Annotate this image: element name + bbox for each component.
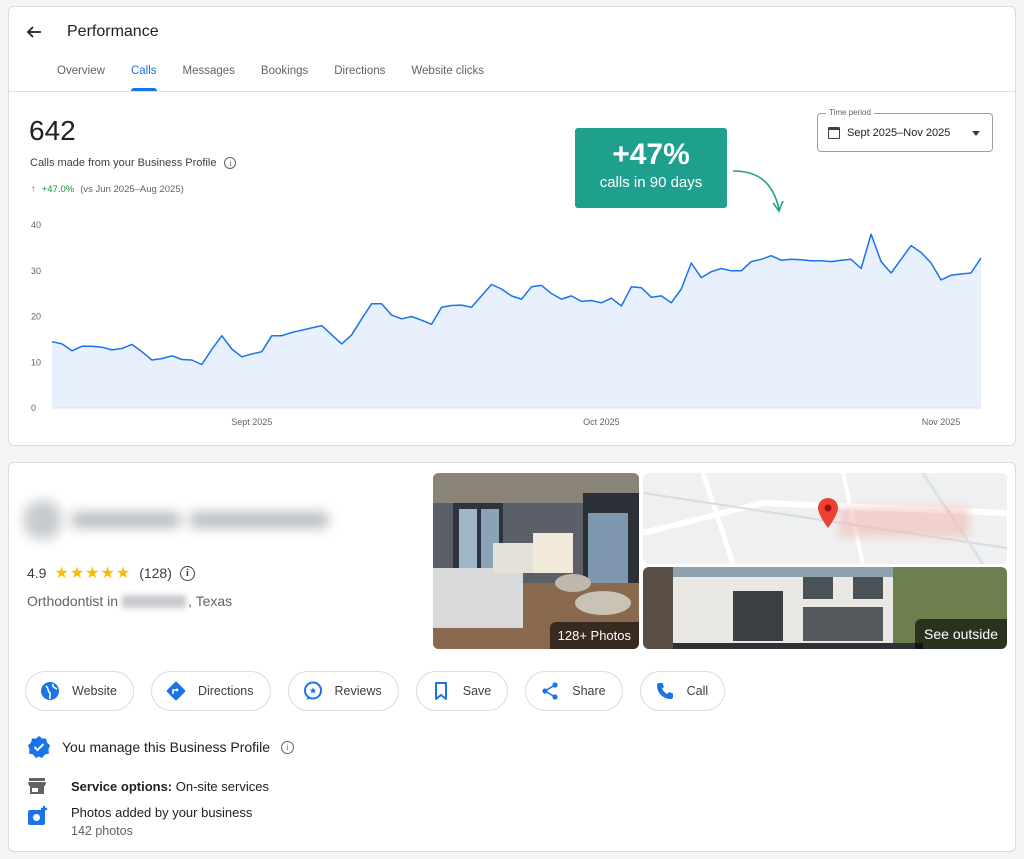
y-tick-label: 0 (31, 403, 36, 413)
time-period-value: Sept 2025–Nov 2025 (847, 127, 951, 139)
info-icon[interactable]: i (281, 740, 295, 754)
caret-down-icon (972, 131, 980, 136)
service-label: Service options: (71, 778, 173, 794)
exterior-photo[interactable]: See outside (643, 567, 1007, 649)
directions-label: Directions (197, 684, 254, 698)
time-period-select[interactable]: Time period Sept 2025–Nov 2025 (817, 108, 993, 152)
share-icon (542, 682, 558, 700)
save-button[interactable]: Save (415, 671, 509, 711)
rating-row: 4.9 ★★★★★ (128) i (27, 563, 195, 583)
tab-website-clicks[interactable]: Website clicks (411, 59, 484, 91)
globe-icon (41, 682, 59, 700)
business-name-blurred (23, 499, 329, 541)
y-tick-label: 10 (31, 357, 41, 367)
category-suffix: , Texas (188, 593, 233, 609)
page-title: Performance (67, 23, 159, 40)
header: Performance (23, 21, 159, 43)
service-options-row: Service options: On-site services (27, 777, 269, 795)
photos-added-count: 142 photos (71, 824, 133, 838)
tab-bookings[interactable]: Bookings (261, 59, 308, 91)
arrow-up-icon: ↑ (31, 184, 36, 195)
calendar-icon (828, 127, 840, 139)
business-profile-card: 4.9 ★★★★★ (128) i Orthodontist in , Texa… (8, 462, 1016, 852)
call-button[interactable]: Call (639, 671, 726, 711)
y-tick-label: 30 (31, 266, 41, 276)
y-tick-label: 20 (31, 312, 41, 322)
save-label: Save (462, 684, 492, 698)
change-value: +47.0% (41, 184, 75, 195)
map-thumbnail[interactable] (643, 473, 1007, 564)
tab-calls[interactable]: Calls (130, 59, 157, 91)
metric-label: Calls made from your Business Profile i (30, 157, 237, 169)
share-button[interactable]: Share (525, 671, 623, 711)
y-tick-label: 40 (31, 220, 41, 230)
total-calls: 642 (29, 115, 76, 146)
service-value: On-site services (175, 778, 269, 794)
reviews-button[interactable]: Reviews (287, 671, 399, 711)
photos-count-label[interactable]: 128+ Photos (549, 622, 639, 649)
bookmark-icon (434, 682, 447, 700)
change-indicator: ↑ +47.0% (vs Jun 2025–Aug 2025) (31, 184, 184, 195)
review-count[interactable]: (128) (139, 565, 172, 581)
performance-card: Performance Overview Calls Messages Book… (8, 6, 1016, 446)
divider (9, 91, 1015, 92)
directions-icon (166, 681, 186, 701)
share-label: Share (572, 684, 606, 698)
tab-directions[interactable]: Directions (334, 59, 385, 91)
storefront-icon (28, 778, 46, 794)
comparison-period: (vs Jun 2025–Aug 2025) (80, 184, 184, 195)
star-rating-icon: ★★★★★ (54, 565, 132, 582)
see-outside-label[interactable]: See outside (915, 619, 1007, 649)
x-tick-label: Oct 2025 (583, 417, 620, 427)
rating-value: 4.9 (27, 565, 47, 581)
reviews-icon (303, 681, 322, 700)
business-category: Orthodontist in , Texas (27, 593, 232, 609)
tab-messages[interactable]: Messages (183, 59, 235, 91)
call-label: Call (686, 684, 709, 698)
x-tick-label: Sept 2025 (231, 417, 272, 427)
growth-callout: +47% calls in 90 days (575, 128, 727, 208)
info-icon[interactable]: i (179, 565, 195, 581)
interior-photo[interactable]: 128+ Photos (433, 473, 639, 649)
tab-overview[interactable]: Overview (57, 59, 105, 91)
category-prefix: Orthodontist in (27, 593, 119, 609)
callout-value: +47% (612, 138, 690, 171)
city-blurred (122, 594, 187, 608)
verified-badge-icon (28, 736, 50, 758)
map-pin-icon (818, 498, 838, 528)
reviews-label: Reviews (334, 684, 382, 698)
directions-button[interactable]: Directions (150, 671, 271, 711)
metric-label-text: Calls made from your Business Profile (30, 157, 217, 169)
photos-added-title: Photos added by your business (71, 805, 253, 820)
action-bar: Website Directions Reviews Save Share Ca… (25, 671, 742, 711)
manage-row: You manage this Business Profile i (27, 735, 295, 759)
website-label: Website (72, 684, 117, 698)
arrow-left-icon[interactable] (23, 21, 45, 43)
time-period-label: Time period (826, 108, 874, 117)
tab-bar: Overview Calls Messages Bookings Directi… (57, 59, 510, 91)
photos-added-row: Photos added by your business 142 photos (27, 805, 252, 838)
info-icon[interactable]: i (224, 157, 237, 169)
add-photo-icon (28, 806, 47, 825)
x-tick-label: Nov 2025 (922, 417, 961, 427)
calls-chart: 0 10 20 30 40 Sept 2025 Oct 2025 Nov 2025 (31, 220, 982, 427)
manage-text: You manage this Business Profile (62, 739, 271, 755)
website-button[interactable]: Website (25, 671, 134, 711)
phone-icon (656, 683, 673, 699)
callout-caption: calls in 90 days (599, 174, 703, 191)
